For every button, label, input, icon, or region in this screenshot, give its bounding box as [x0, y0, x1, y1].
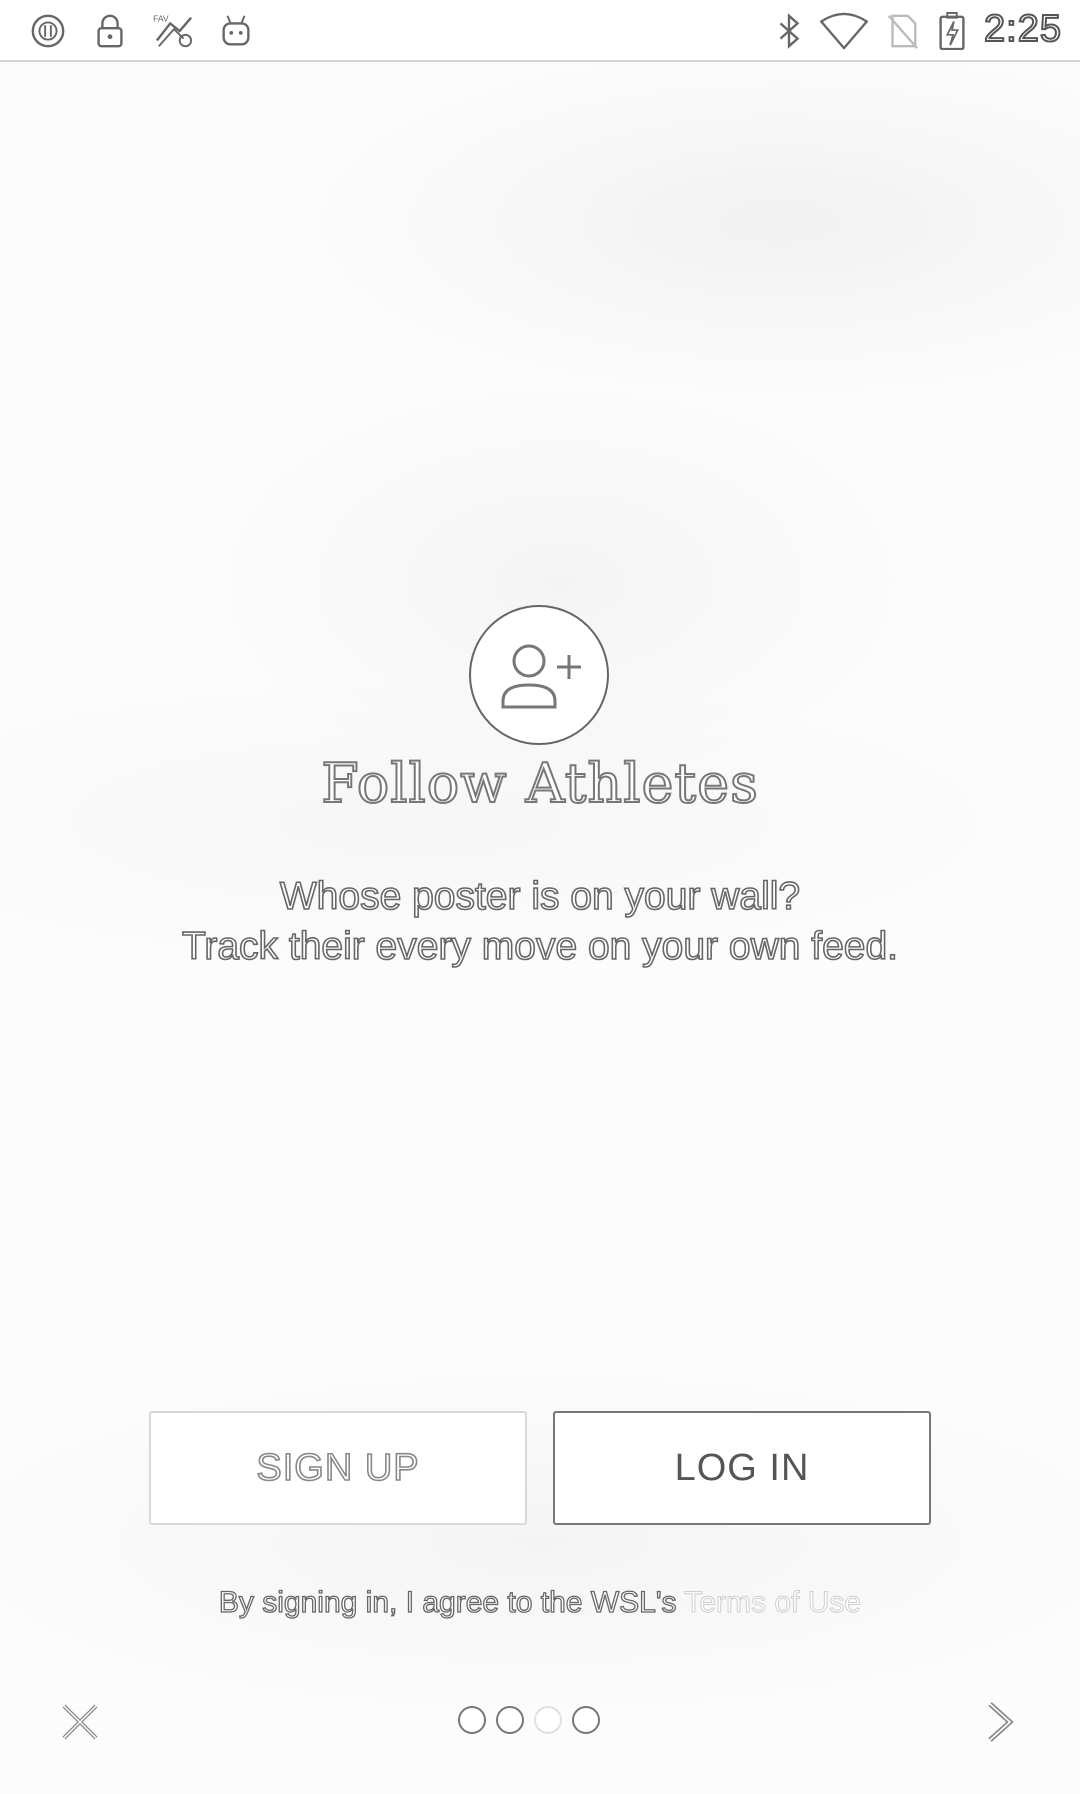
bluetooth-icon: [779, 13, 800, 49]
android-icon: [222, 15, 250, 46]
chevron-right-icon[interactable]: [980, 1700, 1020, 1744]
sign-up-button[interactable]: SIGN UP: [149, 1411, 527, 1525]
svg-text:FAV: FAV: [153, 14, 169, 24]
log-in-button[interactable]: LOG IN: [553, 1411, 931, 1525]
status-time: 2:25: [983, 7, 1062, 51]
battery-charging-icon: [939, 12, 965, 50]
page-indicator: [458, 1706, 600, 1738]
wifi-icon: [820, 12, 868, 50]
page-title: Follow Athletes: [320, 751, 759, 816]
follow-athletes-badge: [469, 605, 609, 745]
page-dot[interactable]: [496, 1706, 524, 1734]
page-subtitle: Whose poster is on your wall? Track thei…: [0, 872, 1080, 972]
app-badge-icon: FAV: [153, 14, 193, 48]
add-person-icon: [501, 644, 581, 709]
status-bar: FAV 2:25: [0, 0, 1080, 62]
terms-prefix: By signing in, I agree to the WSL's: [218, 1585, 685, 1619]
terms-notice: By signing in, I agree to the WSL's Term…: [0, 1585, 1080, 1620]
page-dot[interactable]: [458, 1706, 486, 1734]
page-dot-current[interactable]: [534, 1706, 562, 1734]
subtitle-line-1: Whose poster is on your wall?: [279, 874, 801, 919]
terms-of-use-link[interactable]: Terms of Use: [684, 1586, 862, 1620]
page-dot[interactable]: [572, 1706, 600, 1734]
no-sim-icon: [887, 14, 919, 49]
sync-icon: [31, 14, 65, 48]
close-icon[interactable]: [58, 1700, 102, 1744]
lock-icon: [97, 14, 123, 48]
subtitle-line-2: Track their every move on your own feed.: [181, 924, 899, 969]
